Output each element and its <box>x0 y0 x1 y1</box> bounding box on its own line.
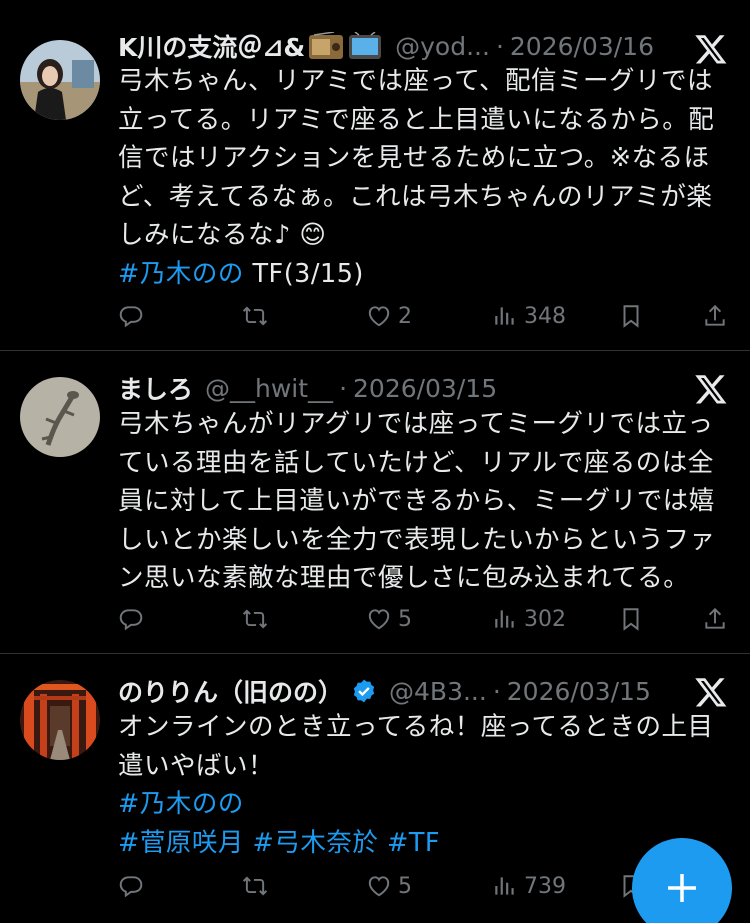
hashtag-line: #乃木のの <box>118 785 728 824</box>
tag-line: #乃木のの TF(3/15) <box>118 255 728 294</box>
text-line: 立ってる。リアミで座ると上目遣いになるから。配 <box>118 104 715 135</box>
reply-button[interactable] <box>118 601 144 637</box>
like-button[interactable]: 5 <box>366 868 412 904</box>
retweet-icon <box>242 873 268 899</box>
bookmark-icon <box>618 606 644 632</box>
x-logo-icon <box>694 675 728 709</box>
hashtag-link[interactable]: #乃木のの <box>118 789 244 819</box>
hashtag-link[interactable]: #菅原咲月 <box>118 828 244 858</box>
text-line: ン思いな素敵な理由で優しさに包み込まれてる。 <box>118 563 690 593</box>
user-handle[interactable]: @__hwit__ <box>205 374 333 403</box>
like-button[interactable]: 2 <box>366 298 412 334</box>
like-count: 2 <box>398 303 412 329</box>
retweet-button[interactable] <box>242 601 268 637</box>
bookmark-button[interactable] <box>618 298 644 334</box>
avatar[interactable] <box>20 377 100 457</box>
text-line: しみになるな♪ 😊 <box>118 220 327 250</box>
text-line: 弓木ちゃんがリアグリでは座ってミーグリでは立っ <box>118 409 714 439</box>
tweet-1[interactable]: K川の支流＠⊿& @yod... · 2026/03/16 弓木ちゃん、リアミで… <box>0 0 750 351</box>
views-icon <box>492 606 518 632</box>
tag-suffix: TF(3/15) <box>243 258 364 289</box>
user-handle[interactable]: @4B3... <box>389 677 487 706</box>
like-count: 5 <box>398 606 412 632</box>
x-logo-icon <box>694 372 728 406</box>
share-button[interactable] <box>702 601 728 637</box>
hashtag-link[interactable]: #TF <box>387 828 440 858</box>
radio-emoji-icon <box>308 31 344 60</box>
views-button[interactable]: 302 <box>492 601 566 637</box>
views-button[interactable]: 348 <box>492 298 566 334</box>
retweet-button[interactable] <box>242 298 268 334</box>
action-bar: 2 348 <box>118 298 728 334</box>
retweet-button[interactable] <box>242 868 268 904</box>
post-date[interactable]: 2026/03/15 <box>507 677 651 706</box>
text-line: 遣いやばい！ <box>118 750 275 781</box>
text-line: 弓木ちゃん、リアミでは座って、配信ミーグリでは <box>118 66 713 96</box>
avatar[interactable] <box>20 40 100 120</box>
reply-icon <box>118 606 144 632</box>
tweet-text: 弓木ちゃんがリアグリでは座ってミーグリでは立っ ている理由を話していたけど、リア… <box>118 405 728 598</box>
reply-button[interactable] <box>118 298 144 334</box>
views-count: 348 <box>524 303 566 329</box>
text-line: 信ではリアクションを見せるために立つ。※なるほ <box>118 143 710 173</box>
x-logo-icon <box>694 32 728 66</box>
text-line: しいとか楽しいを全力で表現したいからというファ <box>118 524 716 555</box>
views-button[interactable]: 739 <box>492 868 566 904</box>
action-bar: 5 302 <box>118 601 728 637</box>
reply-icon <box>118 303 144 329</box>
post-date[interactable]: 2026/03/15 <box>353 374 497 403</box>
like-button[interactable]: 5 <box>366 601 412 637</box>
hashtag-line: #菅原咲月 #弓木奈於 #TF <box>118 824 728 863</box>
separator-dot: · <box>339 373 348 403</box>
share-button[interactable] <box>702 298 728 334</box>
reply-icon <box>118 873 144 899</box>
views-icon <box>492 873 518 899</box>
tweet-2[interactable]: ましろ @__hwit__ · 2026/03/15 弓木ちゃんがリアグリでは座… <box>0 351 750 654</box>
heart-icon <box>366 873 392 899</box>
text-line: 員に対して上目遣いができるから、ミーグリでは嬉 <box>118 486 715 516</box>
hashtag-link[interactable]: #弓木奈於 <box>252 828 378 858</box>
share-icon <box>702 303 728 329</box>
plus-icon <box>668 874 696 902</box>
verified-badge-icon <box>353 679 375 703</box>
text-line: ど、考えてるなぁ。これは弓木ちゃんのリアミが楽 <box>118 181 713 212</box>
views-count: 302 <box>524 606 566 632</box>
retweet-icon <box>242 303 268 329</box>
tweet-text: 弓木ちゃん、リアミでは座って、配信ミーグリでは 立ってる。リアミで座ると上目遣い… <box>118 62 728 293</box>
retweet-icon <box>242 606 268 632</box>
views-icon <box>492 303 518 329</box>
bookmark-icon <box>618 303 644 329</box>
hashtag-link[interactable]: #乃木のの <box>118 259 244 289</box>
avatar[interactable] <box>20 680 100 760</box>
views-count: 739 <box>524 873 566 899</box>
heart-icon <box>366 606 392 632</box>
post-date[interactable]: 2026/03/16 <box>510 32 654 61</box>
like-count: 5 <box>398 873 412 899</box>
text-line: ている理由を話していたけど、リアルで座るのは全 <box>118 447 714 478</box>
reply-button[interactable] <box>118 868 144 904</box>
heart-icon <box>366 303 392 329</box>
tv-emoji-icon <box>347 31 383 60</box>
user-handle[interactable]: @yod... <box>395 32 490 61</box>
text-line: オンラインのとき立ってるね！座ってるときの上目 <box>118 712 714 742</box>
display-name[interactable]: ましろ <box>118 370 193 406</box>
display-name[interactable]: のりりん（旧のの） <box>118 673 343 709</box>
separator-dot: · <box>495 31 504 61</box>
display-name[interactable]: K川の支流＠⊿& <box>118 28 305 64</box>
tweet-text: オンラインのとき立ってるね！座ってるときの上目 遣いやばい！ #乃木のの #菅原… <box>118 708 728 862</box>
share-icon <box>702 606 728 632</box>
bookmark-button[interactable] <box>618 601 644 637</box>
separator-dot: · <box>492 676 501 706</box>
